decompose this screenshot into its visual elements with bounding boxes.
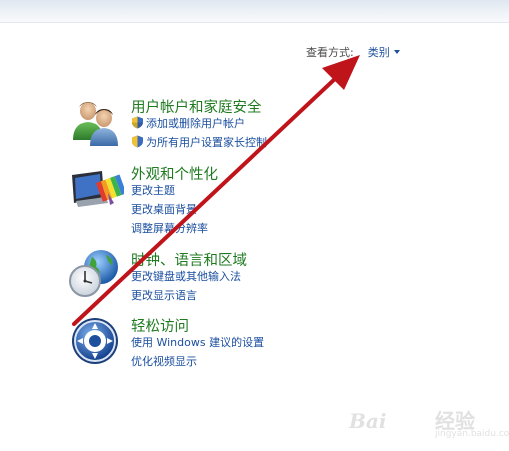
category-title[interactable]: 轻松访问 — [131, 315, 189, 336]
change-desktop-background-link[interactable]: 更改桌面背景 — [131, 201, 197, 217]
change-theme-link[interactable]: 更改主题 — [131, 182, 175, 198]
parental-controls-link[interactable]: 为所有用户设置家长控制 — [131, 134, 267, 150]
category-title[interactable]: 用户帐户和家庭安全 — [131, 96, 262, 117]
change-display-language-link[interactable]: 更改显示语言 — [131, 287, 197, 303]
baidu-jingyan-watermark: Bai 经验 jingyan.baidu.com — [349, 405, 509, 445]
chevron-down-icon[interactable] — [393, 50, 400, 54]
category-user-accounts: 用户帐户和家庭安全 添加或删除用户帐户 为所有用户设置家长控制 — [68, 96, 348, 156]
view-by-label: 查看方式: — [306, 46, 354, 59]
category-clock-language-region: 时钟、语言和区域 更改键盘或其他输入法 更改显示语言 — [68, 249, 348, 305]
appearance-icon[interactable] — [68, 163, 127, 215]
optimize-visual-display-link[interactable]: 优化视频显示 — [131, 353, 197, 369]
change-keyboard-input-link[interactable]: 更改键盘或其他输入法 — [131, 268, 241, 284]
clock-globe-icon[interactable] — [68, 249, 124, 301]
ease-of-access-icon[interactable] — [68, 315, 124, 367]
view-by-control: 查看方式: 类别 — [306, 44, 400, 60]
divider — [0, 22, 509, 23]
uac-shield-icon — [132, 116, 143, 129]
link-label[interactable]: 添加或删除用户帐户 — [146, 117, 245, 130]
category-appearance: 外观和个性化 更改主题 更改桌面背景 调整屏幕分辨率 — [68, 163, 348, 235]
users-icon[interactable] — [68, 96, 124, 148]
add-remove-accounts-link[interactable]: 添加或删除用户帐户 — [131, 115, 245, 131]
view-by-dropdown[interactable]: 类别 — [368, 46, 400, 59]
category-title[interactable]: 外观和个性化 — [131, 163, 218, 184]
link-label[interactable]: 为所有用户设置家长控制 — [146, 136, 267, 149]
watermark-site: jingyan.baidu.com — [435, 429, 509, 439]
view-by-value[interactable]: 类别 — [368, 46, 390, 59]
adjust-resolution-link[interactable]: 调整屏幕分辨率 — [131, 220, 208, 236]
watermark-logo: Bai — [349, 409, 387, 433]
use-windows-recommended-settings-link[interactable]: 使用 Windows 建议的设置 — [131, 334, 264, 350]
uac-shield-icon — [132, 135, 143, 148]
window-top-band — [0, 0, 509, 22]
category-ease-of-access: 轻松访问 使用 Windows 建议的设置 优化视频显示 — [68, 315, 348, 371]
category-title[interactable]: 时钟、语言和区域 — [131, 249, 247, 270]
